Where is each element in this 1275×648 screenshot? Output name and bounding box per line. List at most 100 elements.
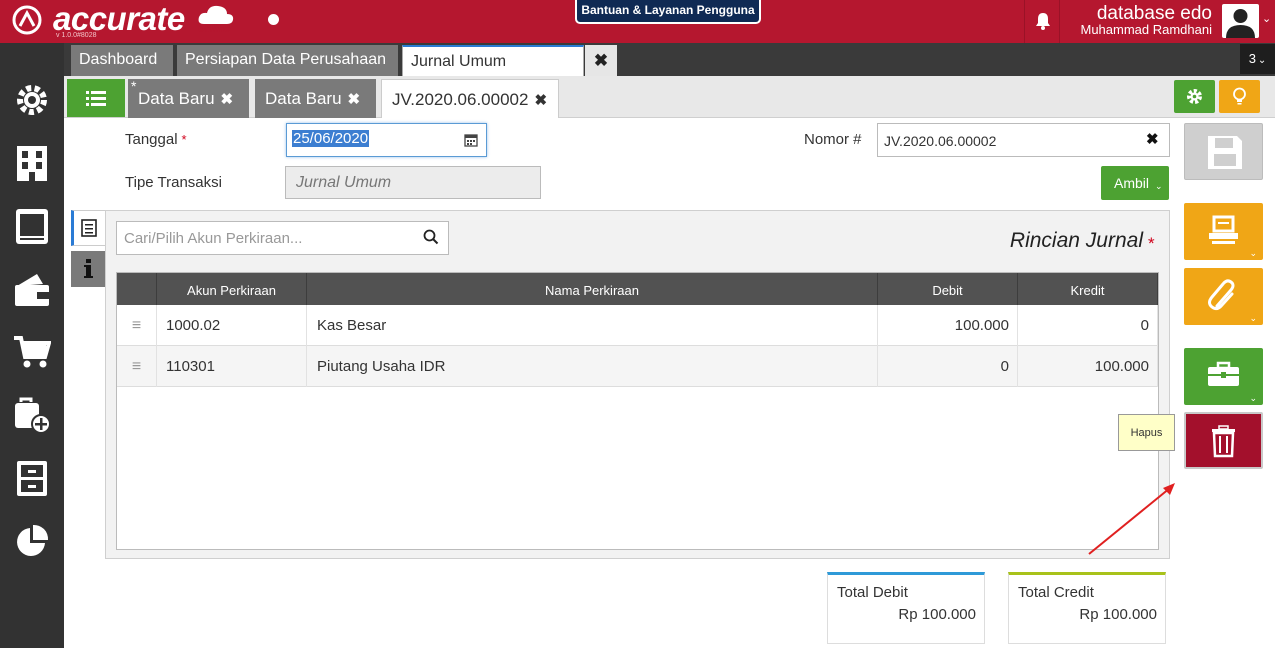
calendar-icon[interactable] <box>464 133 478 147</box>
tab-persiapan-data[interactable]: Persiapan Data Perusahaan <box>177 45 398 76</box>
required-marker: * <box>1148 234 1155 253</box>
sidebar <box>0 43 64 648</box>
tanggal-label: Tanggal * <box>125 131 187 148</box>
delete-button[interactable] <box>1184 412 1263 469</box>
help-button[interactable]: Bantuan & Layanan Pengguna <box>575 0 761 24</box>
cell-nama[interactable]: Piutang Usaha IDR <box>307 346 878 387</box>
chevron-down-icon[interactable]: ⌄ <box>1262 12 1271 25</box>
book-icon[interactable] <box>13 207 51 245</box>
detail-tab[interactable] <box>71 210 106 246</box>
close-icon[interactable]: ✖ <box>534 92 547 109</box>
column-akun[interactable]: Akun Perkiraan <box>157 273 307 305</box>
settings-button[interactable] <box>1174 80 1215 113</box>
save-button[interactable] <box>1184 123 1263 180</box>
tab-label: Data Baru <box>138 89 215 108</box>
column-debit[interactable]: Debit <box>878 273 1018 305</box>
ambil-button[interactable]: Ambil ⌄ <box>1101 166 1169 200</box>
unsaved-marker: * <box>131 78 137 94</box>
ambil-label: Ambil <box>1114 175 1150 191</box>
pie-chart-icon[interactable] <box>13 522 51 560</box>
tab-label: JV.2020.06.00002 <box>392 90 529 109</box>
main-tab-bar: Dashboard Persiapan Data Perusahaan Jurn… <box>64 43 1275 76</box>
logo-online: online <box>198 23 231 35</box>
chevron-down-icon: ⌄ <box>1257 55 1267 66</box>
cell-nama[interactable]: Kas Besar <box>307 305 878 346</box>
close-tab-icon[interactable]: ✖ <box>585 45 617 76</box>
drag-column-header <box>117 273 157 305</box>
gear-icon <box>1187 89 1202 104</box>
version-text: v 1.0.0#8028 <box>56 32 97 39</box>
close-icon[interactable]: ✖ <box>348 91 361 108</box>
column-kredit[interactable]: Kredit <box>1018 273 1158 305</box>
tipe-transaksi-field: Jurnal Umum <box>285 166 541 199</box>
user-name: Muhammad Ramdhani <box>1080 22 1212 37</box>
total-credit-box: Total Credit Rp 100.000 <box>1008 572 1166 644</box>
cell-debit[interactable]: 100.000 <box>878 305 1018 346</box>
top-bar: accurate online v 1.0.0#8028 Bantuan & L… <box>0 0 1275 43</box>
clear-icon[interactable]: ✖ <box>1146 130 1159 148</box>
search-icon[interactable] <box>423 229 439 245</box>
section-title: Rincian Jurnal <box>1009 229 1143 252</box>
attachment-button[interactable]: ⌄ <box>1184 268 1263 325</box>
annotation-arrow-icon <box>1088 483 1175 555</box>
gear-icon[interactable] <box>13 81 51 119</box>
tab-count-value: 3 <box>1248 51 1256 66</box>
cell-kredit[interactable]: 0 <box>1018 305 1158 346</box>
close-icon[interactable]: ✖ <box>221 91 234 108</box>
tab-jurnal-umum[interactable]: Jurnal Umum <box>402 45 584 76</box>
accurate-logo-icon <box>12 5 42 35</box>
cell-akun[interactable]: 110301 <box>157 346 307 387</box>
cabinet-icon[interactable] <box>13 459 51 497</box>
drag-handle-icon[interactable]: ≡ <box>117 346 157 387</box>
tanggal-value: 25/06/2020 <box>292 130 370 147</box>
trash-icon <box>1212 425 1235 458</box>
tab-data-baru-1[interactable]: Data Baru ✖ <box>128 79 249 118</box>
bag-plus-icon[interactable] <box>13 396 51 434</box>
lightbulb-icon <box>1233 87 1246 105</box>
total-debit-box: Total Debit Rp 100.000 <box>827 572 985 644</box>
user-icon <box>1226 9 1255 38</box>
column-nama[interactable]: Nama Perkiraan <box>307 273 878 305</box>
wallet-icon[interactable] <box>13 270 51 308</box>
total-credit-label: Total Credit <box>1018 584 1094 601</box>
list-icon <box>86 91 106 106</box>
drag-handle-icon[interactable]: ≡ <box>117 305 157 346</box>
list-view-button[interactable] <box>67 79 125 117</box>
tipe-transaksi-label: Tipe Transaksi <box>125 174 222 191</box>
chevron-down-icon: ⌄ <box>1249 313 1257 323</box>
tab-jv-document[interactable]: JV.2020.06.00002 ✖ <box>381 79 559 118</box>
delete-tooltip: Hapus <box>1118 414 1175 451</box>
chevron-down-icon: ⌄ <box>1249 248 1257 258</box>
table-row[interactable]: ≡ 1000.02 Kas Besar 100.000 0 <box>117 305 1158 346</box>
tab-count-badge[interactable]: 3 ⌄ <box>1240 44 1275 74</box>
cell-kredit[interactable]: 100.000 <box>1018 346 1158 387</box>
total-credit-value: Rp 100.000 <box>1079 606 1157 623</box>
avatar[interactable] <box>1222 4 1259 38</box>
print-button[interactable]: ⌄ <box>1184 203 1263 260</box>
tab-label: Data Baru <box>265 89 342 108</box>
total-debit-label: Total Debit <box>837 584 908 601</box>
document-list-icon <box>81 219 97 237</box>
tools-button[interactable]: ⌄ <box>1184 348 1263 405</box>
nomor-label: Nomor # <box>804 131 862 148</box>
info-tab[interactable] <box>71 251 106 287</box>
chevron-down-icon: ⌄ <box>1249 393 1257 403</box>
bell-icon <box>1036 13 1050 30</box>
cell-akun[interactable]: 1000.02 <box>157 305 307 346</box>
journal-table: Akun Perkiraan Nama Perkiraan Debit Kred… <box>116 272 1159 550</box>
table-row[interactable]: ≡ 110301 Piutang Usaha IDR 0 100.000 <box>117 346 1158 387</box>
nomor-input[interactable]: JV.2020.06.00002 <box>877 123 1170 157</box>
tips-button[interactable] <box>1219 80 1260 113</box>
table-header: Akun Perkiraan Nama Perkiraan Debit Kred… <box>117 273 1158 305</box>
cart-icon[interactable] <box>13 333 51 371</box>
tab-dashboard[interactable]: Dashboard <box>71 45 173 76</box>
cell-debit[interactable]: 0 <box>878 346 1018 387</box>
tanggal-input[interactable]: 25/06/2020 <box>286 123 487 157</box>
account-search-input[interactable]: Cari/Pilih Akun Perkiraan... <box>116 221 449 255</box>
info-icon <box>84 259 93 278</box>
notification-button[interactable] <box>1024 0 1060 43</box>
building-icon[interactable] <box>13 144 51 182</box>
floppy-icon <box>1208 136 1242 169</box>
total-debit-value: Rp 100.000 <box>898 606 976 623</box>
tab-data-baru-2[interactable]: Data Baru ✖ <box>255 79 376 118</box>
